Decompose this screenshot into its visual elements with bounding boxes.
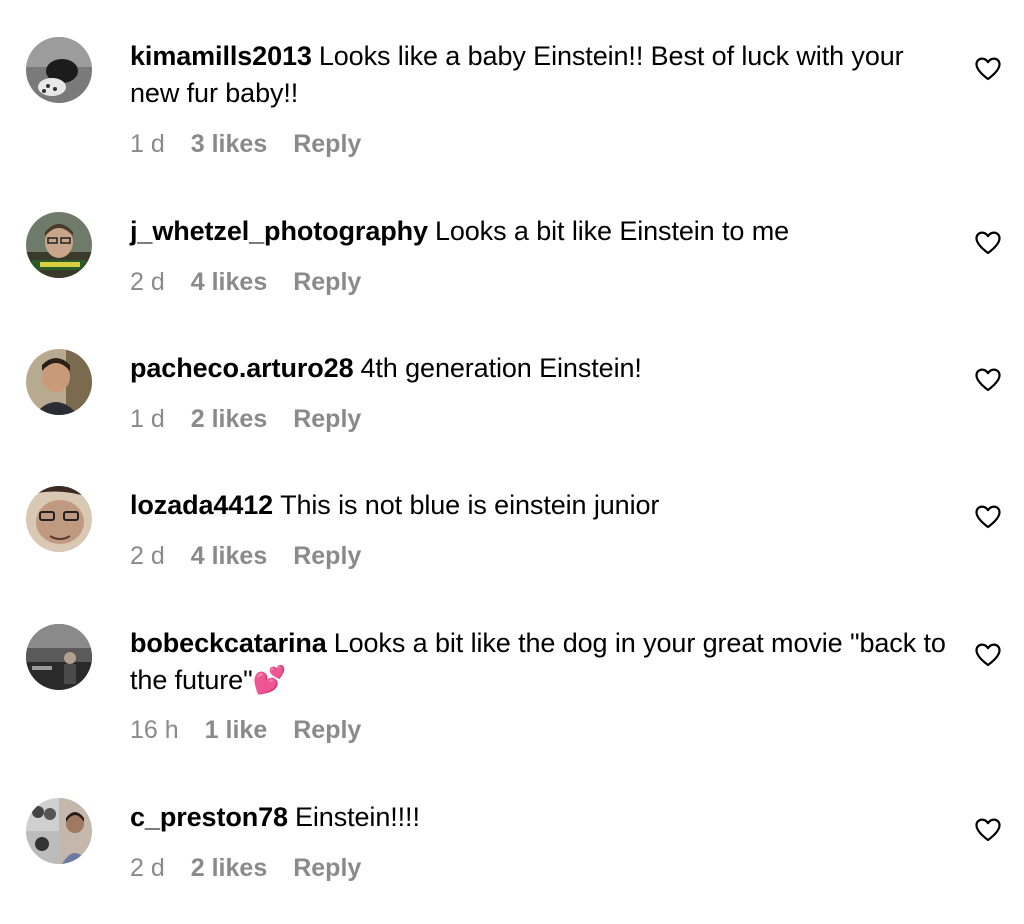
comment-username[interactable]: j_whetzel_photography [130, 216, 428, 246]
avatar[interactable] [26, 37, 92, 103]
comment-username[interactable]: pacheco.arturo28 [130, 353, 354, 383]
avatar[interactable] [26, 212, 92, 278]
like-button[interactable] [975, 505, 1001, 529]
comment-item: j_whetzel_photography Looks a bit like Ei… [0, 180, 1024, 318]
comment-time: 2 d [130, 268, 165, 296]
comment-item: c_preston78 Einstein!!!! 2 d 2 likes Reply [0, 774, 1024, 924]
avatar-photo-collage-icon [26, 798, 92, 864]
avatar[interactable] [26, 349, 92, 415]
comment-text-block: pacheco.arturo28 4th generation Einstein! [130, 350, 950, 387]
comment-likes[interactable]: 4 likes [191, 268, 267, 296]
avatar-photo-face-icon [26, 486, 92, 552]
avatar[interactable] [26, 624, 92, 690]
avatar[interactable] [26, 486, 92, 552]
comment-body: Looks a bit like Einstein to me [434, 216, 790, 246]
reply-button[interactable]: Reply [293, 716, 361, 744]
heart-outline-icon [975, 368, 1001, 392]
comment-meta: 1 d 3 likes Reply [130, 130, 361, 159]
comment-likes[interactable]: 4 likes [191, 542, 267, 570]
reply-button[interactable]: Reply [293, 854, 361, 882]
avatar-photo-landscape-icon [26, 624, 92, 690]
comment-item: pacheco.arturo28 4th generation Einstein!… [0, 318, 1024, 456]
like-button[interactable] [975, 368, 1001, 392]
comment-text-block: kimamills2013 Looks like a baby Einstein!… [130, 38, 950, 112]
comment-text-block: j_whetzel_photography Looks a bit like Ei… [130, 213, 950, 250]
comment-username[interactable]: lozada4412 [130, 490, 273, 520]
avatar-photo-man-icon [26, 212, 92, 278]
comment-time: 2 d [130, 542, 165, 570]
avatar-photo-dog-icon [26, 37, 92, 103]
comment-username[interactable]: c_preston78 [130, 802, 288, 832]
like-button[interactable] [975, 818, 1001, 842]
heart-outline-icon [975, 818, 1001, 842]
comment-body: 4th generation Einstein! [360, 353, 642, 383]
avatar-photo-man-icon [26, 349, 92, 415]
comment-username[interactable]: kimamills2013 [130, 41, 312, 71]
reply-button[interactable]: Reply [293, 542, 361, 570]
comment-likes[interactable]: 2 likes [191, 854, 267, 882]
comment-meta: 2 d 4 likes Reply [130, 542, 361, 571]
like-button[interactable] [975, 643, 1001, 667]
comment-time: 16 h [130, 716, 179, 744]
comment-item: lozada4412 This is not blue is einstein j… [0, 456, 1024, 594]
comment-likes[interactable]: 3 likes [191, 130, 267, 158]
comment-likes[interactable]: 2 likes [191, 405, 267, 433]
comment-body: Einstein!!!! [294, 802, 420, 832]
comment-meta: 2 d 2 likes Reply [130, 854, 361, 883]
comment-text-block: c_preston78 Einstein!!!! [130, 799, 950, 836]
reply-button[interactable]: Reply [293, 405, 361, 433]
like-button[interactable] [975, 57, 1001, 81]
comment-item: kimamills2013 Looks like a baby Einstein!… [0, 0, 1024, 180]
heart-outline-icon [975, 231, 1001, 255]
comment-likes[interactable]: 1 like [205, 716, 268, 744]
avatar[interactable] [26, 798, 92, 864]
comment-meta: 1 d 2 likes Reply [130, 405, 361, 434]
comment-username[interactable]: bobeckcatarina [130, 628, 327, 658]
comment-body: This is not blue is einstein junior [280, 490, 660, 520]
heart-outline-icon [975, 505, 1001, 529]
comment-time: 1 d [130, 130, 165, 158]
heart-outline-icon [975, 643, 1001, 667]
like-button[interactable] [975, 231, 1001, 255]
comment-item: bobeckcatarina Looks a bit like the dog i… [0, 594, 1024, 774]
reply-button[interactable]: Reply [293, 130, 361, 158]
heart-outline-icon [975, 57, 1001, 81]
comment-meta: 16 h 1 like Reply [130, 716, 361, 745]
reply-button[interactable]: Reply [293, 268, 361, 296]
comment-time: 1 d [130, 405, 165, 433]
comment-text-block: lozada4412 This is not blue is einstein j… [130, 487, 950, 524]
comment-text-block: bobeckcatarina Looks a bit like the dog i… [130, 625, 950, 699]
comment-time: 2 d [130, 854, 165, 882]
comment-meta: 2 d 4 likes Reply [130, 268, 361, 297]
